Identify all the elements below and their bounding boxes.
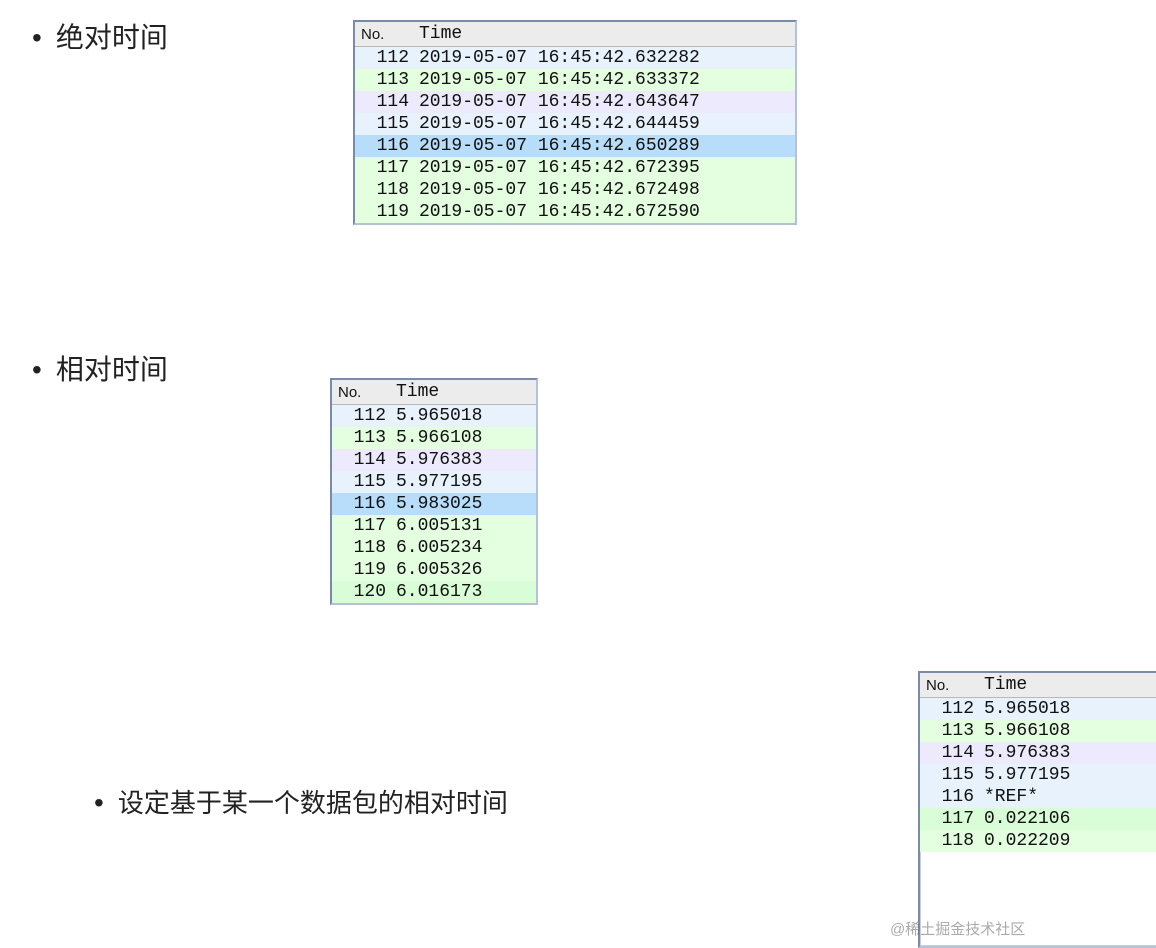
cell-no: 118 <box>920 830 978 852</box>
cell-no: 113 <box>332 427 390 449</box>
packet-table: No. Time 1125.9650181135.9661081145.9763… <box>920 673 1156 852</box>
cell-time: 5.976383 <box>390 449 536 471</box>
table-row[interactable]: 1152019-05-07 16:45:42.644459 <box>355 113 795 135</box>
cell-time: 5.966108 <box>978 720 1156 742</box>
cell-no: 112 <box>355 47 413 70</box>
cell-time: 6.005131 <box>390 515 536 537</box>
cell-no: 113 <box>920 720 978 742</box>
cell-no: 116 <box>920 786 978 808</box>
cell-time: 2019-05-07 16:45:42.643647 <box>413 91 795 113</box>
cell-no: 112 <box>332 405 390 428</box>
cell-no: 120 <box>332 581 390 603</box>
col-time-header[interactable]: Time <box>978 673 1156 698</box>
cell-no: 116 <box>332 493 390 515</box>
cell-no: 114 <box>332 449 390 471</box>
cell-no: 117 <box>332 515 390 537</box>
table-row[interactable]: 1145.976383 <box>920 742 1156 764</box>
bullet-relative-label: 相对时间 <box>56 348 168 388</box>
packet-table: No. Time 1122019-05-07 16:45:42.63228211… <box>355 22 795 223</box>
relative-tbody: 1125.9650181135.9661081145.9763831155.97… <box>332 405 536 604</box>
col-no-header[interactable]: No. <box>355 22 413 47</box>
table-row[interactable]: 1182019-05-07 16:45:42.672498 <box>355 179 795 201</box>
cell-time: 0.022209 <box>978 830 1156 852</box>
bullet-ref-time: • 设定基于某一个数据包的相对时间 <box>94 783 508 820</box>
cell-time: 5.977195 <box>390 471 536 493</box>
table-row[interactable]: 1165.983025 <box>332 493 536 515</box>
table-row[interactable]: 1180.022209 <box>920 830 1156 852</box>
cell-no: 116 <box>355 135 413 157</box>
table-row[interactable]: 1155.977195 <box>920 764 1156 786</box>
cell-time: 2019-05-07 16:45:42.672498 <box>413 179 795 201</box>
table-row[interactable]: 1145.976383 <box>332 449 536 471</box>
bullet-relative-time: • 相对时间 <box>32 348 168 388</box>
cell-time: 2019-05-07 16:45:42.633372 <box>413 69 795 91</box>
cell-time: 0.022106 <box>978 808 1156 830</box>
ref-time-table: No. Time 1125.9650181135.9661081145.9763… <box>918 671 1156 948</box>
cell-no: 118 <box>355 179 413 201</box>
cell-no: 114 <box>920 742 978 764</box>
bullet-dot-icon: • <box>32 24 42 52</box>
cell-time: *REF* <box>978 786 1156 808</box>
cell-time: 5.966108 <box>390 427 536 449</box>
cell-no: 115 <box>332 471 390 493</box>
table-row[interactable]: 1176.005131 <box>332 515 536 537</box>
absolute-time-table: No. Time 1122019-05-07 16:45:42.63228211… <box>353 20 797 225</box>
table-row[interactable]: 1162019-05-07 16:45:42.650289 <box>355 135 795 157</box>
cell-no: 115 <box>920 764 978 786</box>
ref-tbody: 1125.9650181135.9661081145.9763831155.97… <box>920 698 1156 853</box>
col-no-header[interactable]: No. <box>920 673 978 698</box>
table-row[interactable]: 1125.965018 <box>332 405 536 428</box>
table-row[interactable]: 1196.005326 <box>332 559 536 581</box>
table-row[interactable]: 1192019-05-07 16:45:42.672590 <box>355 201 795 223</box>
cell-time: 6.005326 <box>390 559 536 581</box>
table-row[interactable]: 1170.022106 <box>920 808 1156 830</box>
cell-time: 5.976383 <box>978 742 1156 764</box>
cell-no: 112 <box>920 698 978 721</box>
cell-no: 115 <box>355 113 413 135</box>
cell-time: 2019-05-07 16:45:42.672590 <box>413 201 795 223</box>
cell-no: 113 <box>355 69 413 91</box>
watermark-text: @稀土掘金技术社区 <box>890 918 1025 939</box>
relative-time-table: No. Time 1125.9650181135.9661081145.9763… <box>330 378 538 605</box>
table-row[interactable]: 1155.977195 <box>332 471 536 493</box>
cell-no: 118 <box>332 537 390 559</box>
col-time-header[interactable]: Time <box>390 380 536 405</box>
cell-time: 5.983025 <box>390 493 536 515</box>
bullet-dot-icon: • <box>94 789 104 817</box>
bullet-dot-icon: • <box>32 356 42 384</box>
cell-time: 2019-05-07 16:45:42.644459 <box>413 113 795 135</box>
table-row[interactable]: 1135.966108 <box>332 427 536 449</box>
cell-time: 2019-05-07 16:45:42.650289 <box>413 135 795 157</box>
table-row[interactable]: 1132019-05-07 16:45:42.633372 <box>355 69 795 91</box>
table-row[interactable]: 1125.965018 <box>920 698 1156 721</box>
cell-time: 6.005234 <box>390 537 536 559</box>
table-row[interactable]: 1142019-05-07 16:45:42.643647 <box>355 91 795 113</box>
cell-time: 5.965018 <box>390 405 536 428</box>
table-row[interactable]: 1186.005234 <box>332 537 536 559</box>
cell-no: 119 <box>355 201 413 223</box>
table-row[interactable]: 116*REF* <box>920 786 1156 808</box>
table-row[interactable]: 1135.966108 <box>920 720 1156 742</box>
col-no-header[interactable]: No. <box>332 380 390 405</box>
table-row[interactable]: 1122019-05-07 16:45:42.632282 <box>355 47 795 70</box>
cell-time: 6.016173 <box>390 581 536 603</box>
table-row[interactable]: 1206.016173 <box>332 581 536 603</box>
cell-no: 119 <box>332 559 390 581</box>
cell-time: 2019-05-07 16:45:42.672395 <box>413 157 795 179</box>
cell-no: 114 <box>355 91 413 113</box>
absolute-tbody: 1122019-05-07 16:45:42.6322821132019-05-… <box>355 47 795 224</box>
table-row[interactable]: 1172019-05-07 16:45:42.672395 <box>355 157 795 179</box>
cell-time: 2019-05-07 16:45:42.632282 <box>413 47 795 70</box>
cell-no: 117 <box>920 808 978 830</box>
cell-time: 5.965018 <box>978 698 1156 721</box>
bullet-absolute-label: 绝对时间 <box>56 16 168 56</box>
col-time-header[interactable]: Time <box>413 22 795 47</box>
cell-no: 117 <box>355 157 413 179</box>
bullet-ref-label: 设定基于某一个数据包的相对时间 <box>118 783 508 820</box>
packet-table: No. Time 1125.9650181135.9661081145.9763… <box>332 380 536 603</box>
cell-time: 5.977195 <box>978 764 1156 786</box>
bullet-absolute-time: • 绝对时间 <box>32 16 168 56</box>
